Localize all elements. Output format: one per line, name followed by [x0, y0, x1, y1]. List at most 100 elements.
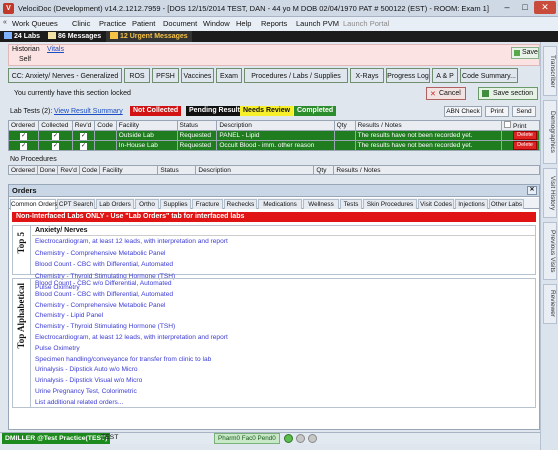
view-result-summary-link[interactable]: View Result Summary: [54, 108, 123, 115]
list-item[interactable]: Urinalysis - Dipstick Auto w/o Micro: [32, 365, 535, 376]
collected-checkbox[interactable]: ✓: [52, 142, 60, 150]
collapse-chevron-icon[interactable]: «: [3, 19, 7, 26]
code-cell: [94, 140, 117, 151]
vitals-link[interactable]: Vitals: [47, 46, 64, 53]
tab-injections[interactable]: Injections: [455, 199, 488, 209]
tab-cpt-search[interactable]: CPT Search: [57, 199, 95, 209]
save-button[interactable]: Save: [511, 47, 539, 59]
print-button[interactable]: Print: [485, 106, 509, 117]
list-item[interactable]: Electrocardiogram, at least 12 leads, wi…: [32, 236, 535, 248]
ordered-checkbox[interactable]: ✓: [20, 132, 28, 140]
historian-value[interactable]: Self: [19, 56, 31, 63]
labs-count: 24 Labs: [14, 33, 41, 40]
tab-a-and-p[interactable]: A & P: [432, 68, 458, 83]
menu-launch-pvm[interactable]: Launch PVM: [296, 19, 339, 28]
menu-practice[interactable]: Practice: [99, 19, 126, 28]
list-item-more-orders[interactable]: List additional related orders...: [32, 398, 535, 409]
menu-document[interactable]: Document: [163, 19, 197, 28]
tab-exam[interactable]: Exam: [216, 68, 242, 83]
maximize-button[interactable]: □: [516, 1, 534, 14]
sync-status-icon: [296, 434, 305, 443]
col-done: Done: [36, 165, 59, 175]
list-item[interactable]: Urine Pregnancy Test, Colorimetric: [32, 387, 535, 398]
list-item[interactable]: Specimen handling/conveyance for transfe…: [32, 355, 535, 366]
sidebar-tab-visit-history[interactable]: Visit History: [543, 168, 557, 218]
revd-checkbox[interactable]: ✓: [80, 142, 88, 150]
tab-medications[interactable]: Medications: [258, 199, 302, 209]
list-item[interactable]: Chemistry - Lipid Panel: [32, 311, 535, 322]
list-item[interactable]: Blood Count - CBC with Differential, Aut…: [32, 259, 535, 271]
list-item[interactable]: Urinalysis - Dipstick Visual w/o Micro: [32, 376, 535, 387]
tab-wellness[interactable]: Wellness: [303, 199, 339, 209]
tab-common-orders[interactable]: Common Orders: [10, 199, 58, 210]
list-item[interactable]: Chemistry - Comprehensive Metabolic Pane…: [32, 301, 535, 312]
tab-supplies[interactable]: Supplies: [160, 199, 191, 209]
urgent-messages-alert[interactable]: 12 Urgent Messages: [106, 31, 192, 42]
menu-window[interactable]: Window: [203, 19, 230, 28]
alphabetical-label: Top Alphabetical: [16, 283, 26, 349]
cancel-button[interactable]: Cancel: [426, 87, 466, 100]
tab-chief-complaint[interactable]: CC: Anxiety/ Nerves - Generalized: [8, 68, 122, 83]
list-item[interactable]: Blood Count - CBC with Differential, Aut…: [32, 290, 535, 301]
tab-fracture[interactable]: Fracture: [192, 199, 223, 209]
messages-count: 86 Messages: [58, 33, 102, 40]
menu-clinic[interactable]: Clinic: [72, 19, 90, 28]
labs-alert[interactable]: 24 Labs: [4, 31, 40, 42]
list-item[interactable]: Pulse Oximetry: [32, 344, 535, 355]
print-all-checkbox[interactable]: [504, 121, 512, 128]
sidebar-tab-reviewer[interactable]: Reviewer: [543, 284, 557, 324]
tab-xrays[interactable]: X-Rays: [350, 68, 384, 83]
list-item[interactable]: Blood Count - CBC w/o Differential, Auto…: [32, 279, 535, 290]
list-item[interactable]: Chemistry - Comprehensive Metabolic Pane…: [32, 248, 535, 260]
current-user: DMILLER @Test Practice(TEST): [2, 433, 111, 444]
notes-cell: The results have not been recorded yet.: [354, 140, 503, 151]
abn-check-button[interactable]: ABN Check: [444, 106, 482, 117]
save-section-button[interactable]: Save section: [478, 87, 538, 100]
delete-button[interactable]: Delete: [513, 141, 537, 150]
close-button[interactable]: ✕: [534, 1, 556, 14]
tab-rechecks[interactable]: Rechecks: [224, 199, 257, 209]
revd-cell[interactable]: ✓: [71, 140, 96, 151]
tab-code-summary[interactable]: Code Summary...: [460, 68, 518, 83]
description-cell: Occult Blood - imm. other reason: [216, 140, 335, 151]
col-qty: Qty: [333, 120, 356, 131]
table-row[interactable]: ✓ ✓ ✓ In-House Lab Requested Occult Bloo…: [7, 140, 540, 151]
tab-pfsh[interactable]: PFSH: [152, 68, 179, 83]
sidebar-tab-transcriber[interactable]: Transcriber: [543, 46, 557, 96]
tab-progress-log[interactable]: Progress Log: [386, 68, 430, 83]
ordered-checkbox[interactable]: ✓: [20, 142, 28, 150]
sidebar-tab-previous-visits[interactable]: Previous Visits: [543, 222, 557, 280]
sidebar-tab-demographics[interactable]: Demographics: [543, 100, 557, 164]
minimize-button[interactable]: –: [498, 1, 516, 14]
pharm-status[interactable]: Pharm0 Fac0 Pend0: [214, 433, 280, 444]
revd-cell[interactable]: ✓: [71, 130, 96, 141]
envelope-icon: [48, 32, 56, 39]
procedures-table: Ordered Done Rev'd Code Facility Status …: [8, 165, 540, 175]
ordered-cell[interactable]: ✓: [7, 140, 40, 151]
tab-ros[interactable]: ROS: [124, 68, 150, 83]
menu-work-queues[interactable]: Work Queues: [12, 19, 58, 28]
tab-tests[interactable]: Tests: [340, 199, 362, 209]
close-panel-icon[interactable]: ✕: [527, 186, 537, 195]
collected-cell[interactable]: ✓: [38, 130, 73, 141]
revd-checkbox[interactable]: ✓: [80, 132, 88, 140]
menu-reports[interactable]: Reports: [261, 19, 287, 28]
delete-button[interactable]: Delete: [513, 131, 537, 140]
collected-cell[interactable]: ✓: [38, 140, 73, 151]
tab-lab-orders[interactable]: Lab Orders: [96, 199, 134, 209]
tab-visit-codes[interactable]: Visit Codes: [418, 199, 454, 209]
list-item[interactable]: Electrocardiogram, at least 12 leads, wi…: [32, 333, 535, 344]
collected-checkbox[interactable]: ✓: [52, 132, 60, 140]
menu-patient[interactable]: Patient: [132, 19, 155, 28]
messages-alert[interactable]: 86 Messages: [48, 31, 101, 42]
tab-skin-procedures[interactable]: Skin Procedures: [363, 199, 417, 209]
tab-procedures-labs-supplies[interactable]: Procedures / Labs / Supplies: [244, 68, 348, 83]
tab-other-labs[interactable]: Other Labs: [489, 199, 524, 209]
table-row[interactable]: ✓ ✓ ✓ Outside Lab Requested PANEL - Lipi…: [7, 130, 540, 141]
menu-help[interactable]: Help: [236, 19, 251, 28]
send-button[interactable]: Send: [512, 106, 536, 117]
list-item[interactable]: Chemistry - Thyroid Stimulating Hormone …: [32, 322, 535, 333]
ordered-cell[interactable]: ✓: [7, 130, 40, 141]
tab-vaccines[interactable]: Vaccines: [181, 68, 214, 83]
tab-ortho[interactable]: Ortho: [135, 199, 159, 209]
